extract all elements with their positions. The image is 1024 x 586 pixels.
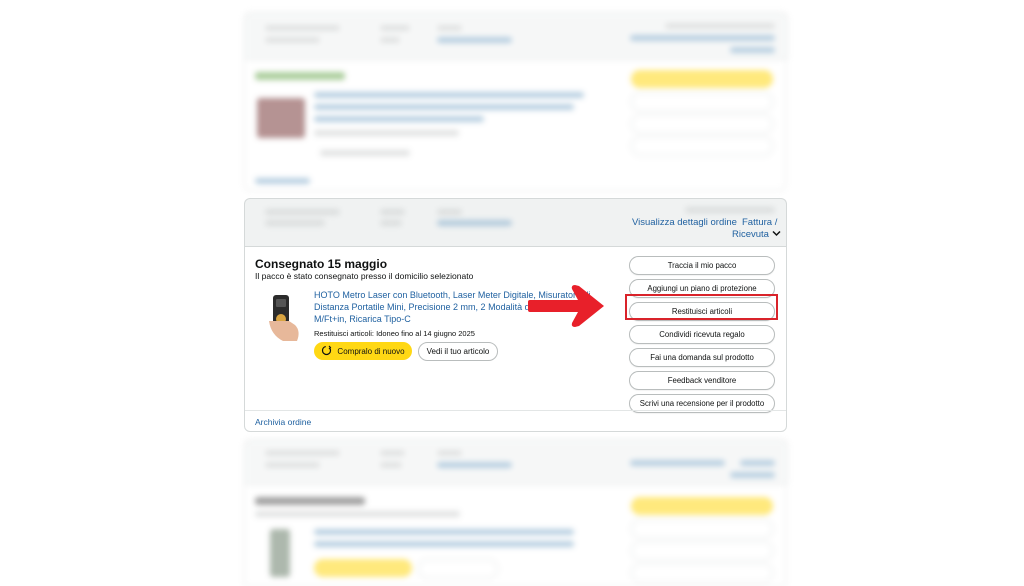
chevron-down-icon <box>772 230 781 239</box>
highlight-box <box>625 294 778 320</box>
view-item-button[interactable]: Vedi il tuo articolo <box>418 342 498 361</box>
return-eligibility: Restituisci articoli: Idoneo fino al 14 … <box>314 329 475 338</box>
product-image[interactable] <box>267 291 303 343</box>
view-order-details-link[interactable]: Visualizza dettagli ordine <box>632 217 737 228</box>
receipt-link[interactable]: Ricevuta <box>732 229 781 240</box>
previous-order-header <box>244 12 788 60</box>
ask-product-question-button[interactable]: Fai una domanda sul prodotto <box>629 348 775 367</box>
delivery-status-detail: Il pacco è stato consegnato presso il do… <box>255 271 474 281</box>
next-order-body <box>244 484 786 586</box>
order-actions: Traccia il mio pacco Aggiungi un piano d… <box>629 256 775 417</box>
archive-order-link[interactable]: Archivia ordine <box>255 417 311 427</box>
refresh-icon <box>321 345 332 358</box>
seller-feedback-button[interactable]: Feedback venditore <box>629 371 775 390</box>
buy-again-button[interactable]: Compralo di nuovo <box>314 342 412 360</box>
order-header: Visualizza dettagli ordine Fattura / Ric… <box>244 198 787 247</box>
share-gift-receipt-button[interactable]: Condividi ricevuta regalo <box>629 325 775 344</box>
invoice-link[interactable]: Fattura / <box>742 217 777 228</box>
buy-again-label: Compralo di nuovo <box>337 346 405 356</box>
divider <box>245 410 786 411</box>
track-package-button[interactable]: Traccia il mio pacco <box>629 256 775 275</box>
previous-order-body <box>244 59 786 191</box>
arrow-right-icon <box>526 280 608 337</box>
order-body: Consegnato 15 maggio Il pacco è stato co… <box>244 246 787 432</box>
receipt-label: Ricevuta <box>732 229 769 240</box>
delivery-status-title: Consegnato 15 maggio <box>255 257 388 271</box>
next-order-header <box>244 439 788 485</box>
